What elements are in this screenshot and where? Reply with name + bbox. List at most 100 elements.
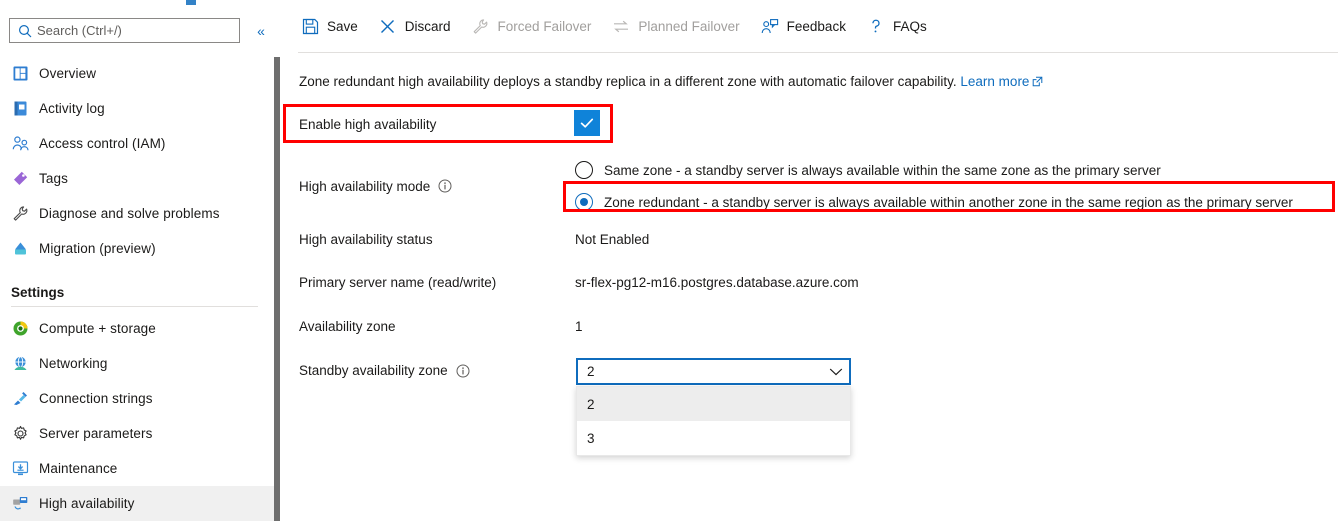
page-header-stub bbox=[186, 0, 196, 5]
radio-same-zone-label: Same zone - a standby server is always a… bbox=[604, 162, 1161, 178]
feedback-button[interactable]: Feedback bbox=[760, 10, 846, 42]
availability-zone-row: Availability zone 1 bbox=[299, 319, 583, 334]
sidebar-item-label: Overview bbox=[39, 66, 97, 81]
sidebar-item-label: Server parameters bbox=[39, 426, 153, 441]
wrench-icon bbox=[471, 16, 491, 36]
faqs-label: FAQs bbox=[892, 18, 927, 34]
ha-mode-label: High availability mode bbox=[299, 178, 431, 194]
sidebar-item-high-availability[interactable]: High availability bbox=[0, 486, 274, 521]
sidebar-item-label: Migration (preview) bbox=[39, 241, 156, 256]
info-icon[interactable] bbox=[456, 364, 470, 378]
sidebar-item-networking[interactable]: Networking bbox=[0, 346, 274, 381]
migration-icon bbox=[11, 239, 30, 258]
enable-high-availability-checkbox[interactable] bbox=[574, 110, 600, 136]
maintenance-icon bbox=[11, 459, 30, 478]
primary-server-label: Primary server name (read/write) bbox=[299, 275, 497, 290]
standby-zone-dropdown[interactable]: 2 bbox=[576, 358, 851, 385]
connection-strings-icon bbox=[11, 389, 30, 408]
dropdown-option-3[interactable]: 3 bbox=[577, 421, 850, 455]
ha-mode-row: High availability mode Same zone - a sta… bbox=[299, 158, 1293, 214]
description-text: Zone redundant high availability deploys… bbox=[299, 74, 1043, 90]
search-box[interactable] bbox=[9, 18, 240, 43]
ha-mode-option-zone-redundant[interactable]: Zone redundant - a standby server is alw… bbox=[575, 190, 1293, 214]
external-link-icon bbox=[1032, 75, 1043, 90]
availability-zone-label: Availability zone bbox=[299, 319, 396, 334]
high-availability-icon bbox=[11, 494, 30, 513]
sidebar-item-label: Access control (IAM) bbox=[39, 136, 166, 151]
sidebar-item-label: Maintenance bbox=[39, 461, 118, 476]
question-mark-icon bbox=[866, 16, 886, 36]
discard-label: Discard bbox=[404, 18, 451, 34]
feedback-icon bbox=[760, 16, 780, 36]
command-bar: Save Discard Forced Failover Planned Fai… bbox=[281, 0, 1339, 52]
sidebar-item-connection-strings[interactable]: Connection strings bbox=[0, 381, 274, 416]
activity-log-icon bbox=[11, 99, 30, 118]
sidebar-item-maintenance[interactable]: Maintenance bbox=[0, 451, 274, 486]
search-input[interactable] bbox=[35, 20, 227, 41]
sidebar-item-label: Activity log bbox=[39, 101, 105, 116]
radio-zone-redundant[interactable] bbox=[575, 193, 593, 211]
standby-zone-label: Standby availability zone bbox=[299, 363, 448, 378]
ha-status-value: Not Enabled bbox=[575, 232, 650, 247]
sidebar-item-migration[interactable]: Migration (preview) bbox=[0, 231, 274, 266]
info-icon[interactable] bbox=[438, 179, 452, 193]
overview-icon bbox=[11, 64, 30, 83]
radio-same-zone[interactable] bbox=[575, 161, 593, 179]
discard-button[interactable]: Discard bbox=[378, 10, 451, 42]
collapse-menu-button[interactable]: « bbox=[252, 22, 270, 40]
sidebar-item-server-parameters[interactable]: Server parameters bbox=[0, 416, 274, 451]
access-control-icon bbox=[11, 134, 30, 153]
standby-zone-row: Standby availability zone bbox=[299, 363, 575, 378]
close-icon bbox=[378, 16, 398, 36]
sidebar-item-compute-storage[interactable]: Compute + storage bbox=[0, 311, 274, 346]
ha-mode-radio-group: Same zone - a standby server is always a… bbox=[575, 158, 1293, 214]
sidebar-item-diagnose[interactable]: Diagnose and solve problems bbox=[0, 196, 274, 231]
check-icon bbox=[580, 118, 594, 128]
primary-server-label-wrap: Primary server name (read/write) bbox=[299, 275, 575, 290]
standby-zone-dropdown-list: 2 3 bbox=[576, 386, 851, 456]
ha-status-label-wrap: High availability status bbox=[299, 232, 575, 247]
ha-mode-label-wrap: High availability mode bbox=[299, 158, 575, 214]
ha-status-row: High availability status Not Enabled bbox=[299, 232, 649, 247]
nav-list: Overview Activity log Access control (IA… bbox=[0, 56, 274, 521]
swap-arrows-icon bbox=[611, 16, 631, 36]
ha-mode-option-same-zone[interactable]: Same zone - a standby server is always a… bbox=[575, 158, 1293, 182]
sidebar-item-label: Diagnose and solve problems bbox=[39, 206, 220, 221]
sidebar-item-activity-log[interactable]: Activity log bbox=[0, 91, 274, 126]
sidebar-divider bbox=[11, 306, 258, 307]
radio-zone-redundant-label: Zone redundant - a standby server is alw… bbox=[604, 194, 1293, 210]
planned-failover-button: Planned Failover bbox=[611, 10, 740, 42]
resource-menu-sidebar: « Overview bbox=[0, 0, 274, 521]
gear-icon bbox=[11, 424, 30, 443]
standby-zone-label-wrap: Standby availability zone bbox=[299, 363, 575, 378]
tag-icon bbox=[11, 169, 30, 188]
primary-server-row: Primary server name (read/write) sr-flex… bbox=[299, 275, 859, 290]
chevron-down-icon bbox=[823, 367, 849, 377]
sidebar-item-access-control[interactable]: Access control (IAM) bbox=[0, 126, 274, 161]
learn-more-link[interactable]: Learn more bbox=[960, 74, 1029, 89]
availability-zone-label-wrap: Availability zone bbox=[299, 319, 575, 334]
feedback-label: Feedback bbox=[786, 18, 846, 34]
forced-failover-label: Forced Failover bbox=[497, 18, 592, 34]
planned-failover-label: Planned Failover bbox=[638, 18, 740, 34]
sidebar-item-label: Connection strings bbox=[39, 391, 153, 406]
dropdown-option-2[interactable]: 2 bbox=[577, 387, 850, 421]
wrench-icon bbox=[11, 204, 30, 223]
sidebar-item-label: High availability bbox=[39, 496, 135, 511]
command-bar-divider bbox=[298, 52, 1338, 53]
description-sentence: Zone redundant high availability deploys… bbox=[299, 74, 957, 89]
save-icon bbox=[300, 16, 320, 36]
faqs-button[interactable]: FAQs bbox=[866, 10, 927, 42]
save-button[interactable]: Save bbox=[300, 10, 358, 42]
azure-portal-high-availability-page: « Overview bbox=[0, 0, 1339, 521]
search-icon bbox=[15, 21, 35, 41]
sidebar-item-label: Compute + storage bbox=[39, 321, 156, 336]
sidebar-item-label: Networking bbox=[39, 356, 108, 371]
settings-section-title: Settings bbox=[11, 285, 65, 300]
primary-server-value: sr-flex-pg12-m16.postgres.database.azure… bbox=[575, 275, 859, 290]
forced-failover-button: Forced Failover bbox=[471, 10, 592, 42]
save-label: Save bbox=[327, 18, 358, 34]
sidebar-item-tags[interactable]: Tags bbox=[0, 161, 274, 196]
sidebar-item-overview[interactable]: Overview bbox=[0, 56, 274, 91]
enable-high-availability-row: Enable high availability bbox=[299, 113, 619, 135]
